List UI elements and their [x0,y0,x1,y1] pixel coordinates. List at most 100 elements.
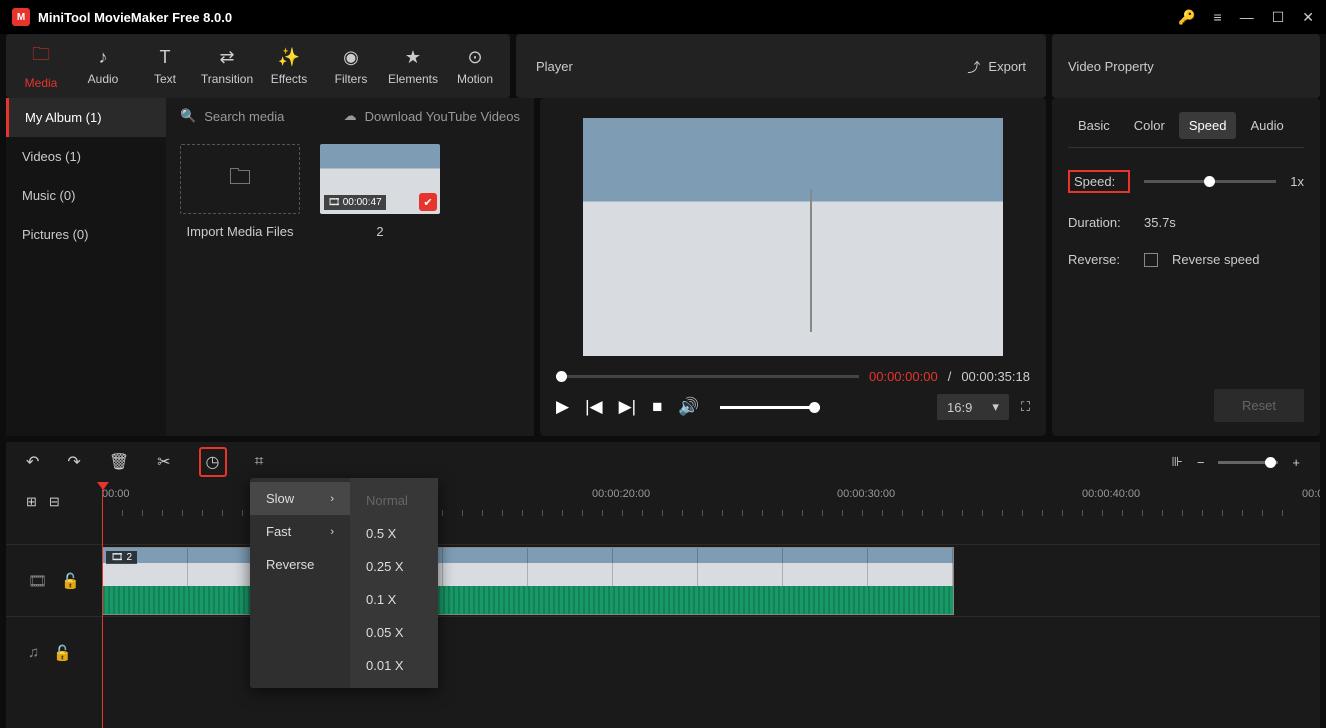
speed-menu-button[interactable]: ◷ [199,447,227,477]
duration-label: Duration: [1068,215,1130,230]
audio-icon: ♪ [99,47,108,68]
next-frame-button[interactable]: ▶| [619,397,637,417]
export-icon: ⤴ [967,57,980,76]
crop-button[interactable]: ⌗ [255,453,264,471]
speed-label: Speed: [1068,170,1130,193]
progress-bar[interactable] [556,375,859,378]
menu-item-speed[interactable]: 0.5 X [350,517,438,550]
tool-tab-text[interactable]: TText [134,40,196,92]
menu-item-speed[interactable]: 0.05 X [350,616,438,649]
tool-tab-motion[interactable]: ⊙Motion [444,40,506,92]
tool-tab-transition[interactable]: ⇄Transition [196,40,258,92]
prop-tab-basic[interactable]: Basic [1068,112,1120,139]
fullscreen-button[interactable]: ⛶ [1021,399,1030,415]
audio-track-icon: ♫ [28,644,39,661]
search-media[interactable]: 🔍 Search media [180,108,284,124]
remove-track-icon[interactable]: ⊟ [49,494,60,510]
sidebar-item[interactable]: Pictures (0) [6,215,166,254]
prev-frame-button[interactable]: |◀ [585,397,603,417]
maximize-button[interactable]: ☐ [1272,9,1285,26]
import-media-button[interactable]: 🗀 Import Media Files [180,144,300,239]
hamburger-icon[interactable]: ≡ [1214,9,1222,25]
volume-slider[interactable] [720,406,820,409]
film-icon: 🎞 [328,197,341,208]
player-header: Player [536,59,573,74]
download-youtube-button[interactable]: ☁ Download YouTube Videos [344,108,520,124]
app-logo-icon: M [12,8,30,26]
tool-tab-elements[interactable]: ★Elements [382,40,444,92]
delete-button[interactable]: 🗑 [109,452,129,472]
menu-item-slow[interactable]: Slow› [250,482,350,515]
speed-submenu: Slow›Fast›Reverse Normal0.5 X0.25 X0.1 X… [250,478,438,688]
lock-icon[interactable]: 🔓 [53,644,72,662]
add-track-icon[interactable]: ⊞ [26,494,37,510]
video-clip[interactable]: 🎞 2 [102,547,954,615]
prop-tab-speed[interactable]: Speed [1179,112,1237,139]
media-thumb[interactable]: 🎞00:00:47 ✔ 2 [320,144,440,239]
redo-button[interactable]: ↷ [67,452,80,472]
menu-item-speed[interactable]: 0.25 X [350,550,438,583]
sidebar-item[interactable]: My Album (1) [6,98,166,137]
magnet-icon[interactable]: ⊪ [1171,454,1182,470]
time-total: 00:00:35:18 [961,369,1030,384]
key-icon[interactable]: 🔑 [1178,9,1195,26]
tool-tab-effects[interactable]: ✨Effects [258,40,320,92]
stop-button[interactable]: ■ [652,397,662,417]
prop-tab-audio[interactable]: Audio [1240,112,1293,139]
zoom-slider[interactable] [1218,461,1278,464]
menu-item-speed: Normal [350,484,438,517]
chevron-right-icon: › [330,493,334,505]
cloud-icon: ☁ [344,108,357,124]
media-icon: 🗀 [32,42,50,72]
play-button[interactable]: ▶ [556,397,569,417]
close-button[interactable]: ✕ [1302,9,1314,26]
export-button[interactable]: ⤴ Export [967,57,1026,76]
menu-item-speed[interactable]: 0.1 X [350,583,438,616]
tool-tab-media[interactable]: 🗀Media [10,40,72,92]
chevron-right-icon: › [330,526,334,538]
menu-item-fast[interactable]: Fast› [250,515,350,548]
chevron-down-icon: ▾ [992,399,999,415]
video-track-icon: 🎞 [28,572,47,590]
effects-icon: ✨ [278,47,300,68]
aspect-select[interactable]: 16:9 ▾ [937,394,1009,420]
time-current: 00:00:00:00 [869,369,938,384]
speed-value: 1x [1290,174,1304,189]
minimize-button[interactable]: — [1240,9,1254,25]
volume-icon[interactable]: 🔊 [678,397,699,417]
playhead[interactable] [102,482,103,728]
duration-value: 35.7s [1144,215,1176,230]
reverse-checkbox[interactable] [1144,253,1158,267]
tool-tab-filters[interactable]: ◉Filters [320,40,382,92]
property-header: Video Property [1068,59,1154,74]
motion-icon: ⊙ [467,47,482,68]
check-icon: ✔ [419,193,437,211]
app-title: MiniTool MovieMaker Free 8.0.0 [38,10,232,25]
reverse-label: Reverse: [1068,252,1130,267]
search-icon: 🔍 [180,108,196,124]
filters-icon: ◉ [343,47,359,68]
sidebar-item[interactable]: Music (0) [6,176,166,215]
text-icon: T [160,47,171,68]
menu-item-reverse[interactable]: Reverse [250,548,350,581]
menu-item-speed[interactable]: 0.01 X [350,649,438,682]
folder-icon: 🗀 [229,160,251,198]
media-sidebar: My Album (1)Videos (1)Music (0)Pictures … [6,98,166,436]
preview-frame [583,118,1003,356]
preview-area [556,114,1030,359]
undo-button[interactable]: ↶ [26,452,39,472]
sidebar-item[interactable]: Videos (1) [6,137,166,176]
waveform [103,586,953,615]
transition-icon: ⇄ [219,47,234,68]
tool-tab-audio[interactable]: ♪Audio [72,40,134,92]
reset-button[interactable]: Reset [1214,389,1304,422]
speed-slider[interactable] [1144,180,1276,183]
zoom-out-button[interactable]: − [1197,455,1205,470]
elements-icon: ★ [405,47,421,68]
tool-tabs: 🗀Media♪AudioTText⇄Transition✨Effects◉Fil… [6,34,510,98]
split-button[interactable]: ✂ [157,452,170,472]
zoom-in-button[interactable]: + [1292,455,1300,470]
titlebar: M MiniTool MovieMaker Free 8.0.0 🔑 ≡ — ☐… [0,0,1326,34]
lock-icon[interactable]: 🔓 [61,572,80,590]
prop-tab-color[interactable]: Color [1124,112,1175,139]
